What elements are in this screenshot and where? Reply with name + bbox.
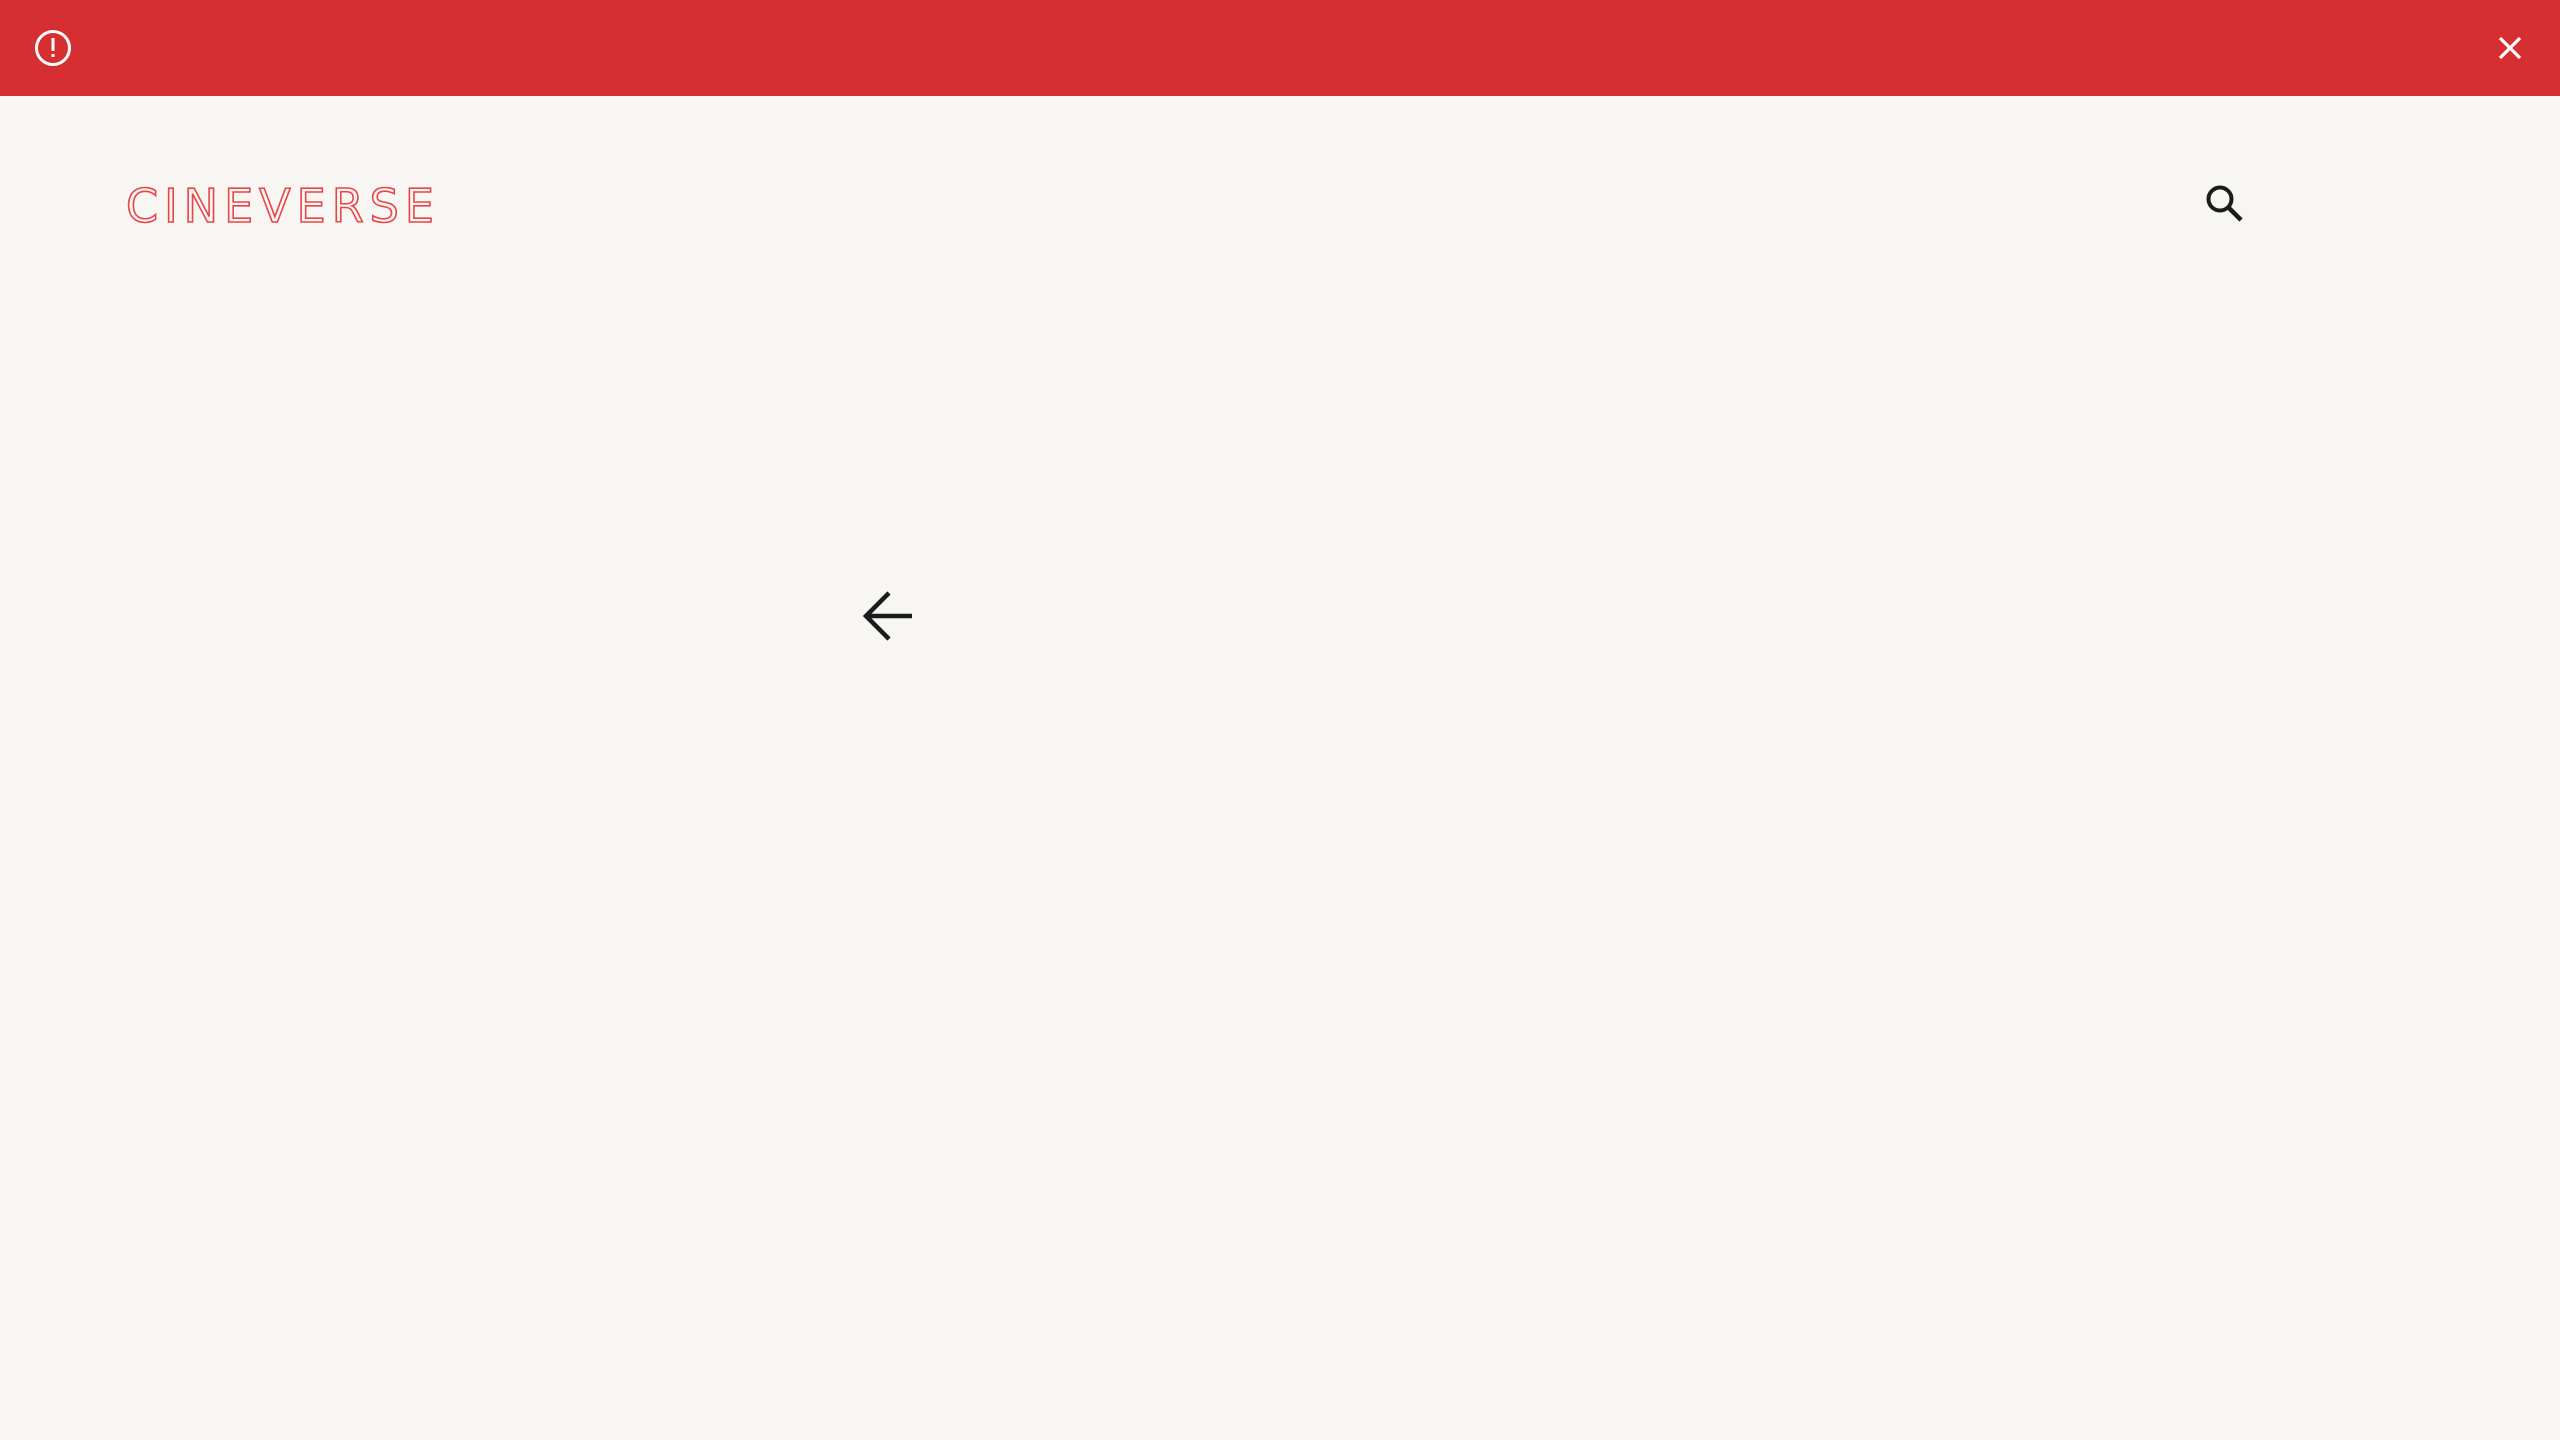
svg-text:CINEVERSE: CINEVERSE bbox=[126, 180, 438, 230]
search-icon[interactable] bbox=[2203, 182, 2247, 226]
alert-circle-icon bbox=[35, 30, 71, 66]
arrow-left-icon[interactable] bbox=[858, 586, 918, 646]
cineverse-logo[interactable]: CINEVERSE bbox=[126, 180, 438, 230]
error-alert-banner bbox=[0, 0, 2560, 96]
close-icon[interactable] bbox=[2490, 28, 2530, 68]
site-header: CINEVERSE bbox=[0, 96, 2560, 320]
